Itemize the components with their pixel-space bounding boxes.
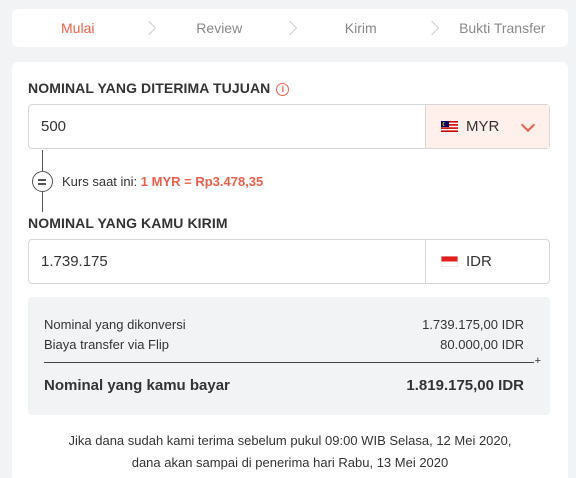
receive-amount-input[interactable] [29, 105, 425, 148]
step-bukti-transfer[interactable]: Bukti Transfer [437, 9, 569, 47]
send-currency-code: IDR [466, 253, 492, 270]
summary-divider [44, 362, 534, 363]
fee-value: 80.000,00 IDR [440, 337, 524, 352]
send-amount-field: IDR [28, 239, 550, 284]
converted-value: 1.739.175,00 IDR [422, 317, 524, 332]
exchange-rate: Kurs saat ini: 1 MYR = Rp3.478,35 [62, 174, 263, 189]
send-amount-label: NOMINAL YANG KAMU KIRIM [28, 215, 228, 231]
receive-amount-field: MYR [28, 104, 550, 149]
fee-label: Biaya transfer via Flip [44, 337, 169, 352]
delivery-note-line2: dana akan sampai di penerima hari Rabu, … [131, 455, 449, 470]
step-mulai[interactable]: Mulai [12, 9, 144, 47]
receive-currency-select[interactable]: MYR [425, 105, 549, 148]
equals-icon [32, 171, 53, 192]
rate-value: 1 MYR = Rp3.478,35 [140, 174, 264, 189]
send-currency: IDR [425, 240, 549, 283]
delivery-note-line1: Jika dana sudah kami terima sebelum puku… [68, 433, 512, 448]
info-icon[interactable]: i [276, 83, 290, 96]
step-review[interactable]: Review [154, 9, 286, 47]
rate-connector-top [42, 150, 43, 171]
step-kirim[interactable]: Kirim [295, 9, 427, 47]
rate-prefix: Kurs saat ini: [62, 174, 138, 189]
payment-summary: Nominal yang dikonversi 1.739.175,00 IDR… [28, 297, 550, 415]
converted-label: Nominal yang dikonversi [44, 317, 186, 332]
total-value: 1.819.175,00 IDR [406, 377, 524, 394]
transfer-form-panel: NOMINAL YANG DITERIMA TUJUAN i MYR Kurs s… [12, 62, 568, 478]
chevron-down-icon [520, 117, 536, 133]
send-amount-input[interactable] [29, 240, 425, 283]
receive-amount-label: NOMINAL YANG DITERIMA TUJUAN [28, 80, 271, 96]
converted-row: Nominal yang dikonversi 1.739.175,00 IDR [44, 317, 524, 332]
rate-connector-bottom [42, 192, 43, 212]
total-row: Nominal yang kamu bayar 1.819.175,00 IDR [44, 377, 524, 394]
progress-stepper: Mulai Review Kirim Bukti Transfer [12, 9, 568, 47]
malaysia-flag-icon [441, 121, 458, 132]
receive-currency-code: MYR [466, 118, 500, 135]
indonesia-flag-icon [441, 256, 458, 267]
fee-row: Biaya transfer via Flip 80.000,00 IDR [44, 337, 524, 352]
plus-sign: + [534, 355, 541, 367]
receive-amount-heading: NOMINAL YANG DITERIMA TUJUAN i [28, 80, 290, 96]
total-label: Nominal yang kamu bayar [44, 377, 230, 394]
